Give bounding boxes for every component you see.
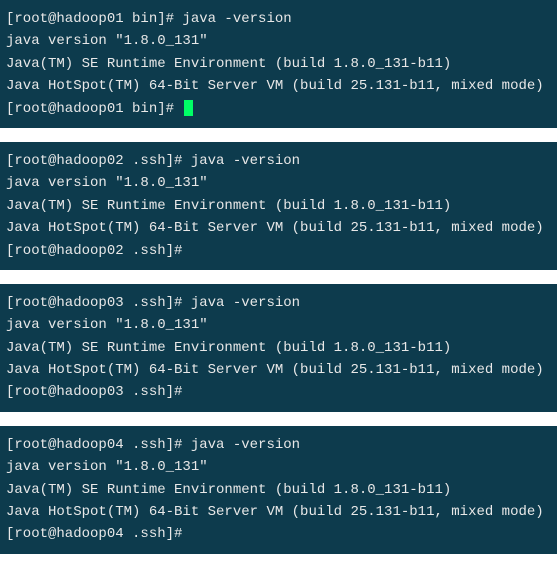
java-version-output: java version "1.8.0_131" xyxy=(6,172,551,194)
prompt-ready: [root@hadoop04 .ssh]# xyxy=(6,523,551,545)
cursor-icon xyxy=(184,100,193,116)
prompt-command: [root@hadoop02 .ssh]# java -version xyxy=(6,150,551,172)
java-runtime-output: Java(TM) SE Runtime Environment (build 1… xyxy=(6,337,551,359)
java-hotspot-output: Java HotSpot(TM) 64-Bit Server VM (build… xyxy=(6,75,551,97)
java-version-output: java version "1.8.0_131" xyxy=(6,456,551,478)
java-runtime-output: Java(TM) SE Runtime Environment (build 1… xyxy=(6,195,551,217)
terminal-hadoop03[interactable]: [root@hadoop03 .ssh]# java -version java… xyxy=(0,284,557,412)
java-hotspot-output: Java HotSpot(TM) 64-Bit Server VM (build… xyxy=(6,359,551,381)
prompt-command: [root@hadoop01 bin]# java -version xyxy=(6,8,551,30)
java-version-output: java version "1.8.0_131" xyxy=(6,30,551,52)
java-version-output: java version "1.8.0_131" xyxy=(6,314,551,336)
prompt-ready: [root@hadoop03 .ssh]# xyxy=(6,381,551,403)
prompt-command: [root@hadoop04 .ssh]# java -version xyxy=(6,434,551,456)
prompt-ready: [root@hadoop01 bin]# xyxy=(6,98,551,120)
prompt-ready: [root@hadoop02 .ssh]# xyxy=(6,240,551,262)
java-runtime-output: Java(TM) SE Runtime Environment (build 1… xyxy=(6,479,551,501)
terminal-hadoop02[interactable]: [root@hadoop02 .ssh]# java -version java… xyxy=(0,142,557,270)
terminal-hadoop01[interactable]: [root@hadoop01 bin]# java -version java … xyxy=(0,0,557,128)
java-runtime-output: Java(TM) SE Runtime Environment (build 1… xyxy=(6,53,551,75)
prompt-command: [root@hadoop03 .ssh]# java -version xyxy=(6,292,551,314)
terminal-hadoop04[interactable]: [root@hadoop04 .ssh]# java -version java… xyxy=(0,426,557,554)
java-hotspot-output: Java HotSpot(TM) 64-Bit Server VM (build… xyxy=(6,501,551,523)
java-hotspot-output: Java HotSpot(TM) 64-Bit Server VM (build… xyxy=(6,217,551,239)
